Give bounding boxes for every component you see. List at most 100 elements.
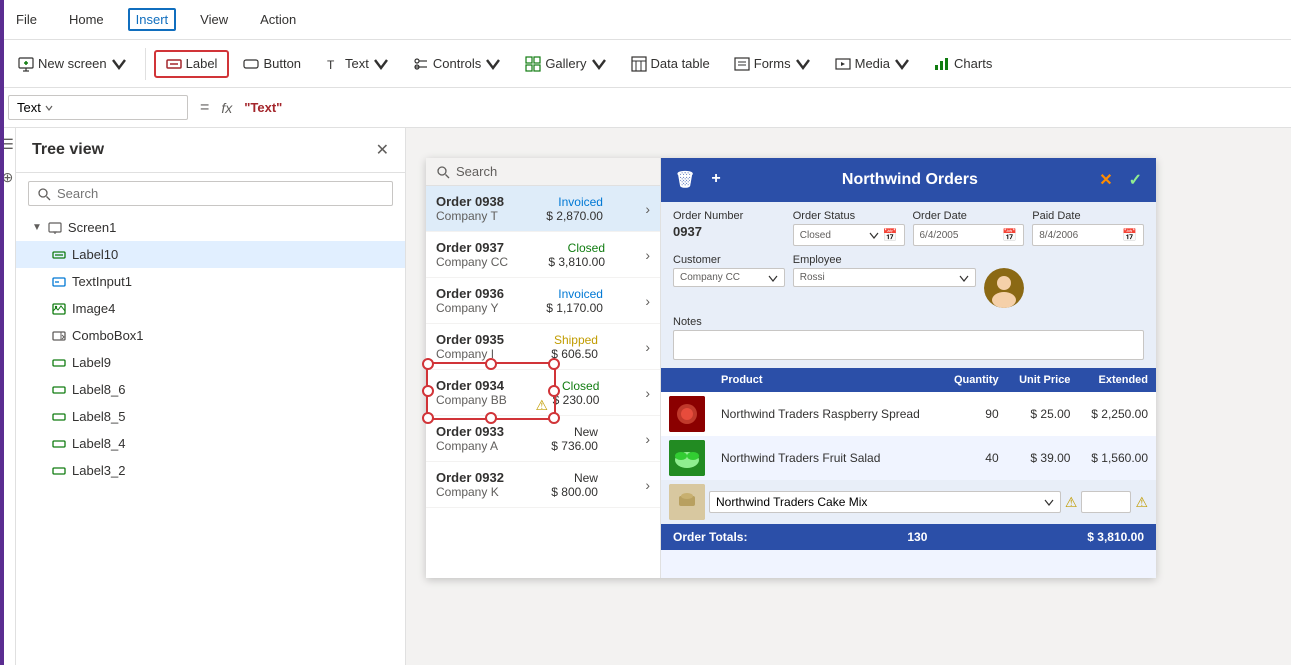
order-0938-company: Company T <box>436 209 504 223</box>
order-status-group: Order Status Closed 📅 <box>793 210 905 246</box>
products-header-row: Product Quantity Unit Price Extended <box>661 368 1156 392</box>
order-0934-amount: $ 230.00 <box>553 393 600 407</box>
controls-button[interactable]: Controls <box>403 52 511 76</box>
text-button[interactable]: T Text <box>315 52 399 76</box>
menu-view[interactable]: View <box>192 8 236 31</box>
menu-action[interactable]: Action <box>252 8 304 31</box>
text-icon: T <box>325 56 341 72</box>
list-item-0938-right: Invoiced $ 2,870.00 <box>546 195 603 223</box>
product-1-ext: $ 1,560.00 <box>1078 436 1156 480</box>
order-totals-bar: Order Totals: 130 $ 3,810.00 <box>661 524 1156 550</box>
tree-item-label8-5[interactable]: Label8_5 <box>16 403 405 430</box>
tree-search-input[interactable] <box>57 186 384 201</box>
th-qty: Quantity <box>942 368 1007 392</box>
menu-file[interactable]: File <box>8 8 45 31</box>
employee-input[interactable]: Rossi <box>793 268 977 287</box>
tree-item-label10[interactable]: Label10 <box>16 241 405 268</box>
paid-date-input[interactable]: 8/4/2006 📅 <box>1032 224 1144 246</box>
list-item-0933[interactable]: Order 0933 Company A New $ 736.00 › <box>426 416 660 462</box>
gallery-button[interactable]: Gallery <box>515 52 616 76</box>
list-item-0932[interactable]: Order 0932 Company K New $ 800.00 › <box>426 462 660 508</box>
add-button[interactable]: + <box>707 168 724 192</box>
detail-header: 🗑 + Northwind Orders ✕ ✓ <box>661 158 1156 202</box>
list-search-bar: Search <box>426 158 660 186</box>
property-selector[interactable]: Text <box>8 95 188 120</box>
tree-close-button[interactable]: ✕ <box>376 140 389 160</box>
tree-search <box>28 181 393 206</box>
list-item-0936[interactable]: Order 0936 Company Y Invoiced $ 1,170.00… <box>426 278 660 324</box>
order-0932-status: New <box>574 471 598 485</box>
formula-value[interactable]: "Text" <box>240 98 1283 117</box>
products-table: Product Quantity Unit Price Extended <box>661 368 1156 480</box>
check-button[interactable]: ✓ <box>1125 168 1146 192</box>
expand-arrow-screen1[interactable]: ▼ <box>32 222 42 233</box>
list-item-0937[interactable]: Order 0937 Company CC Closed $ 3,810.00 … <box>426 232 660 278</box>
drag-handle-br[interactable] <box>548 412 560 424</box>
order-status-select[interactable]: Closed 📅 <box>793 224 905 246</box>
order-status-label: Order Status <box>793 210 905 222</box>
media-button[interactable]: Media <box>825 52 920 76</box>
label-button[interactable]: Label <box>154 50 230 78</box>
close-detail-button[interactable]: ✕ <box>1095 168 1116 192</box>
customer-label: Customer <box>673 254 785 266</box>
products-table-body: Northwind Traders Raspberry Spread 90 $ … <box>661 392 1156 480</box>
paid-date-value: 8/4/2006 <box>1039 230 1118 241</box>
drag-handle-mr[interactable] <box>548 385 560 397</box>
menu-insert[interactable]: Insert <box>128 8 177 31</box>
tree-item-label8-4[interactable]: Label8_4 <box>16 430 405 457</box>
list-item-0938[interactable]: Order 0938 Company T Invoiced $ 2,870.00… <box>426 186 660 232</box>
notes-group: Notes <box>673 316 1144 360</box>
drag-handle-bm[interactable] <box>485 412 497 424</box>
customer-chevron <box>768 273 778 283</box>
drag-handle-tl[interactable] <box>422 358 434 370</box>
product-0-unit: $ 25.00 <box>1007 392 1079 436</box>
customer-input[interactable]: Company CC <box>673 268 785 287</box>
search-icon <box>37 187 51 201</box>
drag-handle-bl[interactable] <box>422 412 434 424</box>
tree-item-label9[interactable]: Label9 <box>16 349 405 376</box>
list-item-0936-right: Invoiced $ 1,170.00 <box>546 287 603 315</box>
new-screen-button[interactable]: New screen <box>8 52 137 76</box>
notes-input[interactable] <box>673 330 1144 360</box>
tree-item-image4[interactable]: Image4 <box>16 295 405 322</box>
order-0937-id: Order 0937 <box>436 240 508 255</box>
new-product-select[interactable]: Northwind Traders Cake Mix <box>709 491 1061 513</box>
charts-button[interactable]: Charts <box>924 52 1002 76</box>
data-table-button[interactable]: Data table <box>621 52 720 76</box>
label8-6-tree-icon <box>52 383 66 397</box>
list-item-0936-left: Order 0936 Company Y <box>436 286 504 315</box>
product-0-image <box>669 396 705 432</box>
drag-handle-tm[interactable] <box>485 358 497 370</box>
formula-bar: Text = fx "Text" <box>0 88 1291 128</box>
forms-chevron <box>795 56 811 72</box>
tree-item-textinput1[interactable]: TextInput1 <box>16 268 405 295</box>
new-row-warning-1: ⚠ <box>1065 494 1078 511</box>
gallery-icon <box>525 56 541 72</box>
tree-item-label8-6[interactable]: Label8_6 <box>16 376 405 403</box>
drag-handle-tr[interactable] <box>548 358 560 370</box>
button-button[interactable]: Button <box>233 52 311 76</box>
delete-button[interactable]: 🗑 <box>671 168 699 192</box>
tree-item-screen1[interactable]: ▼ Screen1 <box>16 214 405 241</box>
new-row-qty-input[interactable] <box>1081 491 1131 513</box>
image-tree-icon <box>52 302 66 316</box>
main-layout: ☰ ⊕ Tree view ✕ ▼ Screen1 <box>0 128 1291 665</box>
product-1-thumb <box>661 436 713 480</box>
order-totals-label: Order Totals: <box>673 530 747 544</box>
order-date-input[interactable]: 6/4/2005 📅 <box>913 224 1025 246</box>
order-0936-status: Invoiced <box>558 287 603 301</box>
drag-handle-ml[interactable] <box>422 385 434 397</box>
menu-home[interactable]: Home <box>61 8 112 31</box>
order-0938-id: Order 0938 <box>436 194 504 209</box>
forms-button[interactable]: Forms <box>724 52 821 76</box>
tree-item-combobox1[interactable]: ComboBox1 <box>16 322 405 349</box>
avatar-svg <box>984 268 1024 308</box>
table-row: Northwind Traders Fruit Salad 40 $ 39.00… <box>661 436 1156 480</box>
tree-header: Tree view ✕ <box>16 128 405 173</box>
label8-5-tree-icon <box>52 410 66 424</box>
label10-label: Label10 <box>72 247 118 262</box>
tree-item-label3-2[interactable]: Label3_2 <box>16 457 405 484</box>
label-tree-icon <box>52 248 66 262</box>
order-0937-status: Closed <box>568 241 605 255</box>
list-search-icon <box>436 165 450 179</box>
